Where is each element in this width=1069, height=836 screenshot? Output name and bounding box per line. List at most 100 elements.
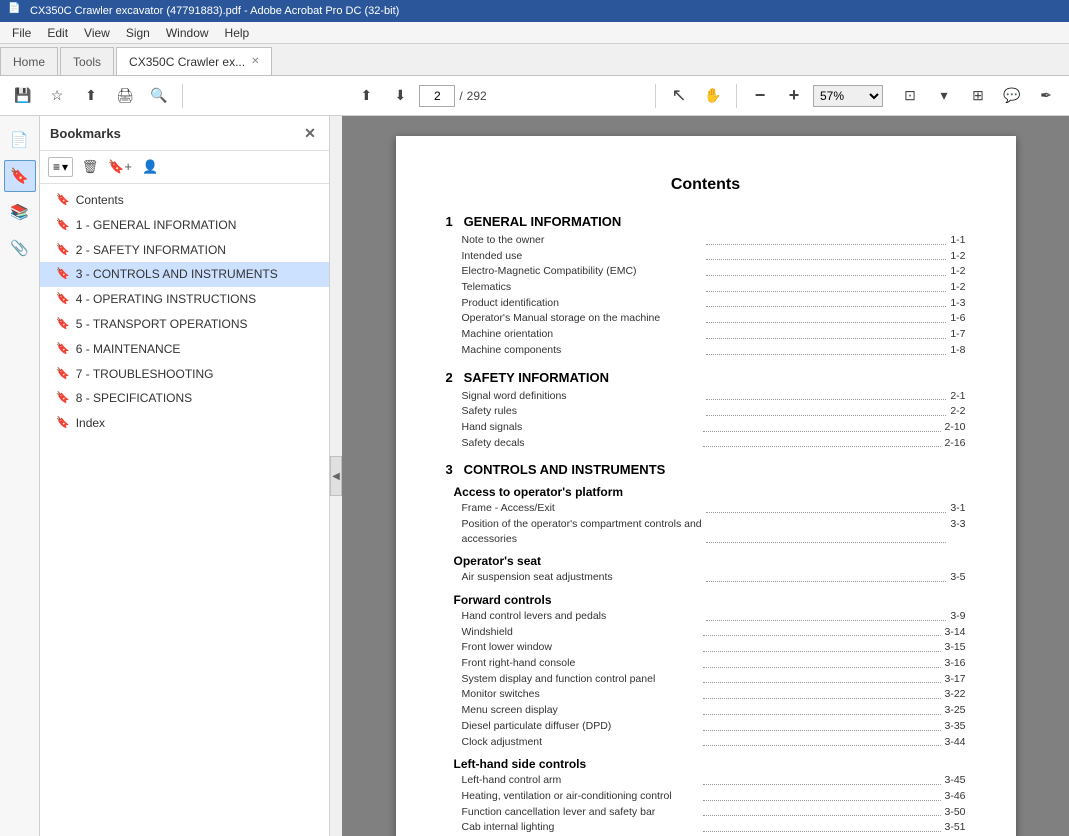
page-total: 292 (467, 89, 487, 103)
separator-1 (182, 84, 183, 108)
bookmark-label: 3 - CONTROLS AND INSTRUMENTS (76, 266, 278, 283)
save-button[interactable]: 💾 (8, 82, 38, 110)
pdf-page: Contents 1 GENERAL INFORMATION Note to t… (396, 136, 1016, 836)
bookmark-label: 8 - SPECIFICATIONS (76, 390, 192, 407)
bookmark-item-ch2[interactable]: 🔖 2 - SAFETY INFORMATION (40, 238, 329, 263)
page-up-button[interactable]: ⬆ (351, 82, 381, 110)
toc-entry: Telematics 1-2 (462, 280, 966, 295)
bookmark-button[interactable]: ☆ (42, 82, 72, 110)
bookmark-icon: 🔖 (56, 342, 70, 357)
fit-page-button[interactable]: ⊡ (895, 82, 925, 110)
sidebar-add-button[interactable]: 🔖+ (107, 155, 133, 179)
sidebar-title: Bookmarks (50, 126, 121, 141)
navigation-controls: ⬆ ⬇ / 292 (351, 82, 486, 110)
toc-entry: Electro-Magnetic Compatibility (EMC) 1-2 (462, 264, 966, 279)
tab-tools[interactable]: Tools (60, 47, 114, 75)
toc-entry: Heating, ventilation or air-conditioning… (462, 789, 966, 804)
separator-3 (736, 84, 737, 108)
toc-entry: Safety decals 2-16 (462, 436, 966, 451)
print-button[interactable]: 🖨 (110, 82, 140, 110)
sign-button[interactable]: ✒ (1031, 82, 1061, 110)
toc-subsection-lefthand: Left-hand side controls (454, 757, 966, 771)
separator-2 (655, 84, 656, 108)
toc-entry: Machine orientation 1-7 (462, 327, 966, 342)
tab-close-button[interactable]: ✕ (251, 56, 259, 67)
page-number-input[interactable] (419, 85, 455, 107)
sidebar-header: Bookmarks ✕ (40, 116, 329, 151)
bookmark-label: 2 - SAFETY INFORMATION (76, 242, 226, 259)
bookmark-label: 1 - GENERAL INFORMATION (76, 217, 237, 234)
sidebar-delete-button[interactable]: 🗑 (77, 155, 103, 179)
toc-entry: Front right-hand console 3-16 (462, 656, 966, 671)
title-bar: 📄 CX350C Crawler excavator (47791883).pd… (0, 0, 1069, 22)
toc-entry: Machine components 1-8 (462, 343, 966, 358)
toc-section-3-header: 3 CONTROLS AND INSTRUMENTS (446, 462, 966, 477)
toc-section-3: 3 CONTROLS AND INSTRUMENTS Access to ope… (446, 462, 966, 836)
view-mode-button[interactable]: ⊞ (963, 82, 993, 110)
bookmark-item-contents[interactable]: 🔖 Contents (40, 188, 329, 213)
menu-file[interactable]: File (4, 24, 39, 42)
bookmark-item-ch5[interactable]: 🔖 5 - TRANSPORT OPERATIONS (40, 312, 329, 337)
bookmark-icon: 🔖 (56, 391, 70, 406)
pdf-viewer[interactable]: Contents 1 GENERAL INFORMATION Note to t… (342, 116, 1069, 836)
toc-entry: Operator's Manual storage on the machine… (462, 311, 966, 326)
sidebar-collapse-button[interactable]: ◀ (330, 456, 342, 496)
bookmark-item-ch6[interactable]: 🔖 6 - MAINTENANCE (40, 337, 329, 362)
page-down-button[interactable]: ⬇ (385, 82, 415, 110)
toc-entry: Frame - Access/Exit 3-1 (462, 501, 966, 516)
bookmark-icon: 🔖 (56, 218, 70, 233)
zoom-in-button[interactable]: + (779, 82, 809, 110)
panel-bookmarks-button[interactable]: 🔖 (4, 160, 36, 192)
sidebar-properties-button[interactable]: 👤 (137, 155, 163, 179)
contents-heading: Contents (446, 176, 966, 194)
bookmark-item-ch7[interactable]: 🔖 7 - TROUBLESHOOTING (40, 362, 329, 387)
toc-entry: Product identification 1-3 (462, 296, 966, 311)
bookmark-item-index[interactable]: 🔖 Index (40, 411, 329, 436)
sidebar-options-dropdown[interactable]: ≡ ▾ (48, 157, 73, 177)
tab-bar: Home Tools CX350C Crawler ex... ✕ (0, 44, 1069, 76)
share-button[interactable]: ⬆ (76, 82, 106, 110)
right-tools: ⊡ ▾ ⊞ 💬 ✒ (895, 82, 1061, 110)
bookmark-item-ch3[interactable]: 🔖 3 - CONTROLS AND INSTRUMENTS (40, 262, 329, 287)
menu-help[interactable]: Help (217, 24, 258, 42)
fit-dropdown-button[interactable]: ▾ (929, 82, 959, 110)
main-area: 📄 🔖 📚 📎 Bookmarks ✕ ≡ ▾ 🗑 🔖+ 👤 🔖 Content… (0, 116, 1069, 836)
toc-entry: Menu screen display 3-25 (462, 703, 966, 718)
bookmark-item-ch4[interactable]: 🔖 4 - OPERATING INSTRUCTIONS (40, 287, 329, 312)
toc-entry: Windshield 3-14 (462, 625, 966, 640)
toc-entry: Intended use 1-2 (462, 249, 966, 264)
menu-window[interactable]: Window (158, 24, 217, 42)
toc-entry: Front lower window 3-15 (462, 640, 966, 655)
zoom-select[interactable]: 57% 75% 100% 125% 150% (813, 85, 883, 107)
menu-edit[interactable]: Edit (39, 24, 76, 42)
toolbar: 💾 ☆ ⬆ 🖨 🔍 ⬆ ⬇ / 292 ↖ ✋ − + 57% 75% 100%… (0, 76, 1069, 116)
bookmarks-sidebar: Bookmarks ✕ ≡ ▾ 🗑 🔖+ 👤 🔖 Contents 🔖 1 - … (40, 116, 330, 836)
toc-entry: System display and function control pane… (462, 672, 966, 687)
zoom-out-button[interactable]: − (745, 82, 775, 110)
menu-sign[interactable]: Sign (118, 24, 158, 42)
sidebar-close-button[interactable]: ✕ (301, 124, 319, 142)
bookmark-label: Index (76, 415, 105, 432)
toc-section-2-header: 2 SAFETY INFORMATION (446, 370, 966, 385)
toc-entry: Hand signals 2-10 (462, 420, 966, 435)
toc-section-2: 2 SAFETY INFORMATION Signal word definit… (446, 370, 966, 451)
panel-layers-button[interactable]: 📚 (4, 196, 36, 228)
panel-pages-button[interactable]: 📄 (4, 124, 36, 156)
bookmark-item-ch8[interactable]: 🔖 8 - SPECIFICATIONS (40, 386, 329, 411)
menu-view[interactable]: View (76, 24, 118, 42)
panel-attachments-button[interactable]: 📎 (4, 232, 36, 264)
hand-tool-button[interactable]: ✋ (698, 82, 728, 110)
toc-entry: Air suspension seat adjustments 3-5 (462, 570, 966, 585)
bookmark-item-ch1[interactable]: 🔖 1 - GENERAL INFORMATION (40, 213, 329, 238)
bookmark-icon: 🔖 (56, 367, 70, 382)
toc-entry: Cab internal lighting 3-51 (462, 820, 966, 835)
toc-entry: Function cancellation lever and safety b… (462, 805, 966, 820)
left-icon-panel: 📄 🔖 📚 📎 (0, 116, 40, 836)
tab-home[interactable]: Home (0, 47, 58, 75)
bookmark-label: 4 - OPERATING INSTRUCTIONS (76, 291, 256, 308)
comment-button[interactable]: 💬 (997, 82, 1027, 110)
cursor-tool-button[interactable]: ↖ (664, 82, 694, 110)
toc-entry: Safety rules 2-2 (462, 404, 966, 419)
tab-document[interactable]: CX350C Crawler ex... ✕ (116, 47, 272, 75)
search-button[interactable]: 🔍 (144, 82, 174, 110)
